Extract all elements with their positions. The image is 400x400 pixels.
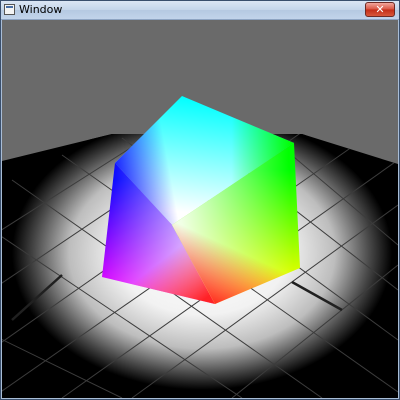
3d-viewport[interactable] (2, 20, 398, 398)
scene-canvas (2, 20, 398, 398)
close-button[interactable]: ✕ (365, 2, 395, 17)
window-title: Window (19, 3, 63, 16)
application-window: Window ✕ (0, 0, 400, 400)
app-icon (4, 4, 15, 15)
title-bar[interactable]: Window ✕ (1, 1, 399, 20)
